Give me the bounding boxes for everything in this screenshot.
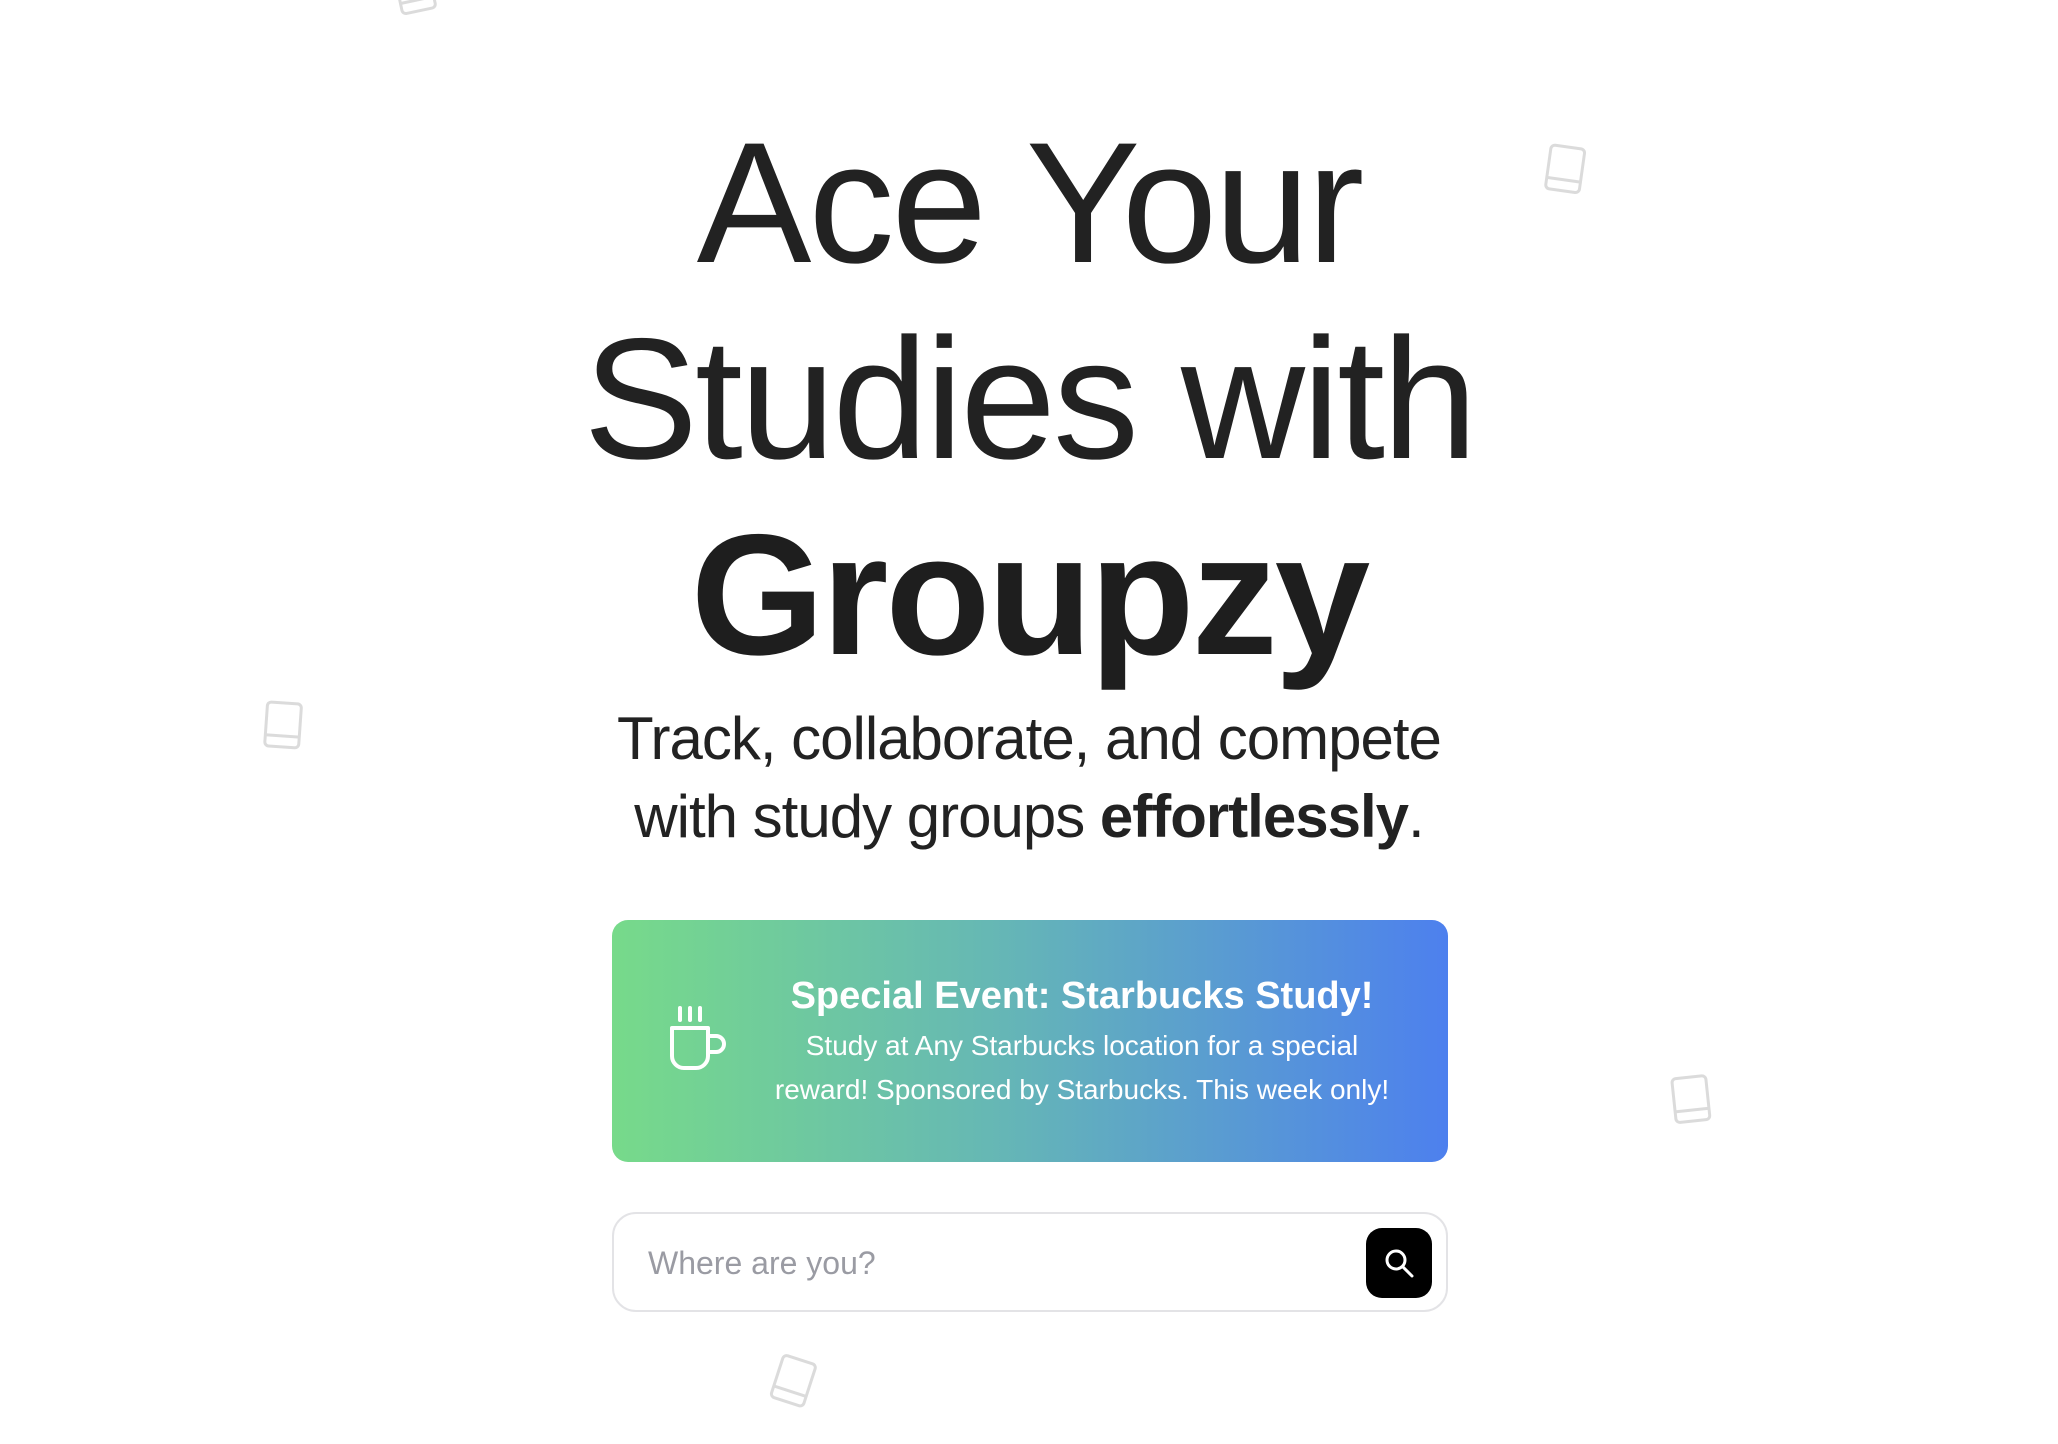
tagline-emphasis: effortlessly	[1099, 783, 1409, 850]
event-text: Special Event: Starbucks Study! Study at…	[742, 972, 1422, 1112]
coffee-cup-icon	[666, 1006, 726, 1076]
special-event-card[interactable]: Special Event: Starbucks Study! Study at…	[612, 920, 1448, 1162]
tagline-period: .	[1408, 783, 1425, 850]
landing-page: Ace Your Studies with Groupzy Track, col…	[0, 0, 2058, 1444]
event-title: Special Event: Starbucks Study!	[790, 975, 1374, 1017]
location-search-bar	[612, 1212, 1448, 1312]
search-icon	[1385, 1249, 1414, 1278]
tagline-text: with study groups	[634, 783, 1100, 850]
hero-heading: Ace Your Studies with Groupzy	[0, 105, 2058, 693]
tagline: Track, collaborate, and compete with stu…	[0, 700, 2058, 856]
brand-name: Groupzy	[690, 499, 1371, 691]
tagline-line-2: with study groups effortlessly.	[0, 778, 2058, 856]
event-description-line-1: Study at Any Starbucks location for a sp…	[805, 1030, 1359, 1061]
location-search-input[interactable]	[646, 1232, 1310, 1294]
search-button[interactable]	[1366, 1228, 1432, 1298]
tagline-line-1: Track, collaborate, and compete	[617, 705, 1442, 772]
hero-title-line-2: Studies with	[583, 303, 1477, 495]
book-icon	[389, 0, 443, 20]
event-description-line-2: reward! Sponsored by Starbucks. This wee…	[774, 1074, 1390, 1105]
book-icon	[765, 1350, 823, 1413]
hero-title-line-1: Ace Your	[696, 107, 1365, 299]
book-icon	[1667, 1072, 1716, 1128]
